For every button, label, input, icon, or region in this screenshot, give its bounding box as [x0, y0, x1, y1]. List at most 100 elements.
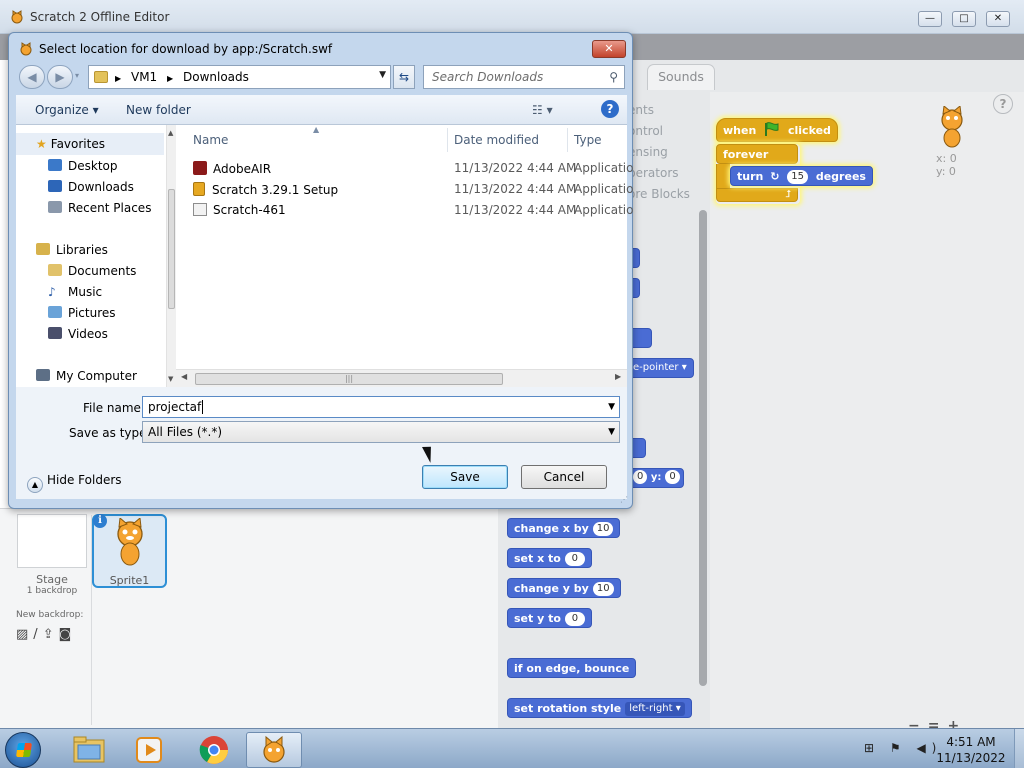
paint-backdrop-icon[interactable]: ▨ [16, 627, 33, 642]
nav-libraries[interactable]: Libraries [36, 243, 108, 257]
close-button[interactable]: ✕ [986, 11, 1010, 27]
dialog-close-button[interactable]: ✕ [592, 40, 626, 58]
camera-icon[interactable]: ◙ [59, 627, 77, 642]
taskbar-explorer[interactable] [62, 732, 118, 768]
block-value[interactable]: 10 [592, 522, 614, 536]
back-button[interactable]: ◀ [19, 65, 45, 89]
block-value[interactable]: 10 [592, 582, 614, 596]
views-menu[interactable]: ☷ ▾ [532, 103, 553, 117]
palette-scrollbar[interactable] [699, 210, 707, 686]
address-bar[interactable]: ▶ VM1 ▶ Downloads ▼ [88, 65, 391, 89]
set-x-block[interactable]: set x to 0 [507, 548, 592, 568]
column-header-type[interactable]: Type [574, 133, 602, 147]
help-button[interactable]: ? [993, 94, 1013, 114]
organize-menu[interactable]: Organize ▾ [35, 103, 99, 117]
set-y-block[interactable]: set y to 0 [507, 608, 592, 628]
nav-pictures[interactable]: Pictures [48, 306, 116, 320]
nav-documents[interactable]: Documents [48, 264, 136, 278]
start-button[interactable] [5, 732, 41, 768]
file-row-scratch-setup[interactable]: Scratch 3.29.1 Setup [193, 182, 338, 202]
nav-desktop[interactable]: Desktop [48, 159, 118, 173]
history-dropdown-icon[interactable]: ▾ [75, 71, 79, 80]
category-control[interactable]: ontrol [628, 121, 690, 142]
horizontal-scroll-thumb[interactable]: ||| [195, 373, 503, 385]
change-x-block[interactable]: change x by 10 [507, 518, 621, 538]
category-more-blocks[interactable]: ore Blocks [628, 184, 690, 205]
tab-sounds[interactable]: Sounds [647, 64, 715, 90]
category-sensing[interactable]: ensing [628, 142, 690, 163]
nav-videos[interactable]: Videos [48, 327, 108, 341]
column-header-name[interactable]: Name [193, 133, 228, 147]
rotation-style-dropdown[interactable]: left-right ▾ [625, 702, 685, 716]
change-y-block[interactable]: change y by 10 [507, 578, 621, 598]
nav-favorites[interactable]: ★ Favorites [16, 133, 164, 155]
stage-thumbnail[interactable] [17, 514, 87, 568]
resize-grip-icon[interactable]: ⋰ [620, 495, 628, 504]
scroll-right-icon[interactable]: ▶ [615, 372, 621, 381]
upload-backdrop-icon[interactable]: ⇪ [43, 627, 59, 642]
nav-scroll-thumb[interactable] [168, 189, 175, 309]
nav-label: Music [68, 285, 103, 299]
show-desktop-button[interactable] [1014, 729, 1024, 768]
taskbar-clock[interactable]: 4:51 AM 11/13/2022 [932, 734, 1010, 766]
taskbar-scratch[interactable] [246, 732, 302, 768]
forever-block[interactable]: forever [716, 144, 798, 164]
nav-music[interactable]: ♪ Music [48, 285, 102, 299]
breadcrumb-downloads[interactable]: Downloads [183, 70, 249, 84]
nav-downloads[interactable]: Downloads [48, 180, 134, 194]
address-dropdown-icon[interactable]: ▼ [379, 70, 386, 80]
save-button[interactable]: Save [422, 465, 508, 489]
go-to-xy-block-partial[interactable]: 0 y: 0 [630, 468, 684, 488]
scroll-left-icon[interactable]: ◀ [181, 372, 187, 381]
column-divider[interactable] [567, 128, 568, 152]
rotation-dropdown-partial[interactable]: e-pointer [633, 362, 679, 373]
rotation-style-block[interactable]: set rotation style left-right ▾ [507, 698, 692, 718]
system-tray-icons[interactable]: ⊞ ⚑ ◀) [864, 741, 942, 755]
refresh-icon[interactable]: ⇆ [393, 65, 415, 89]
file-row-adobeair[interactable]: AdobeAIR [193, 161, 271, 181]
turn-block[interactable]: turn ↻ 15 degrees [730, 166, 873, 186]
sprite-info-icon[interactable]: i [93, 514, 107, 528]
search-icon[interactable]: ⚲ [609, 70, 618, 84]
when-flag-clicked-block[interactable]: when clicked [716, 118, 838, 142]
search-input[interactable]: Search Downloads ⚲ [423, 65, 625, 89]
file-name-dropdown-icon[interactable]: ▼ [608, 397, 615, 417]
column-divider[interactable] [447, 128, 448, 152]
nav-label: Pictures [68, 306, 116, 320]
breadcrumb-vm1[interactable]: VM1 [131, 70, 157, 84]
column-header-date[interactable]: Date modified [454, 133, 539, 147]
goto-y-value[interactable]: 0 [665, 470, 680, 484]
partial-block[interactable] [630, 328, 652, 348]
point-towards-block-partial[interactable]: e-pointer ▾ [630, 358, 694, 378]
category-operators[interactable]: perators [628, 163, 690, 184]
file-name-field[interactable]: projectaf ▼ [142, 396, 620, 418]
new-folder-button[interactable]: New folder [126, 103, 191, 117]
rotate-right-icon: ↻ [770, 170, 780, 183]
help-icon[interactable]: ? [601, 100, 619, 118]
nav-my-computer[interactable]: My Computer [36, 369, 137, 383]
nav-recent-places[interactable]: Recent Places [48, 201, 151, 215]
save-as-type-select[interactable]: All Files (*.*) ▼ [142, 421, 620, 443]
save-as-type-label: Save as type: [69, 426, 151, 440]
taskbar-chrome[interactable] [186, 732, 242, 768]
block-value[interactable]: 0 [564, 552, 585, 566]
category-events[interactable]: ents [628, 100, 690, 121]
file-row-scratch-461[interactable]: Scratch-461 [193, 203, 286, 223]
taskbar-media-player[interactable] [122, 732, 178, 768]
goto-x-value[interactable]: 0 [633, 470, 648, 484]
minimize-button[interactable]: — [918, 11, 942, 27]
recent-places-icon [48, 201, 62, 213]
scroll-down-icon[interactable]: ▼ [168, 375, 173, 383]
cancel-button[interactable]: Cancel [521, 465, 607, 489]
maximize-button[interactable]: □ [952, 11, 976, 27]
hide-folders-toggle[interactable]: ▲ Hide Folders [27, 473, 122, 493]
save-as-type-dropdown-icon[interactable]: ▼ [608, 422, 615, 442]
horizontal-scrollbar[interactable]: ◀ ||| ▶ [176, 369, 627, 387]
bounce-block[interactable]: if on edge, bounce [507, 658, 637, 678]
block-value[interactable]: 0 [564, 612, 585, 626]
forward-button[interactable]: ▶ [47, 65, 73, 89]
turn-degrees-value[interactable]: 15 [787, 170, 808, 184]
scroll-up-icon[interactable]: ▲ [168, 129, 173, 137]
stage-backdrop-count: 1 backdrop [26, 586, 78, 596]
brush-icon[interactable]: / [33, 627, 42, 642]
